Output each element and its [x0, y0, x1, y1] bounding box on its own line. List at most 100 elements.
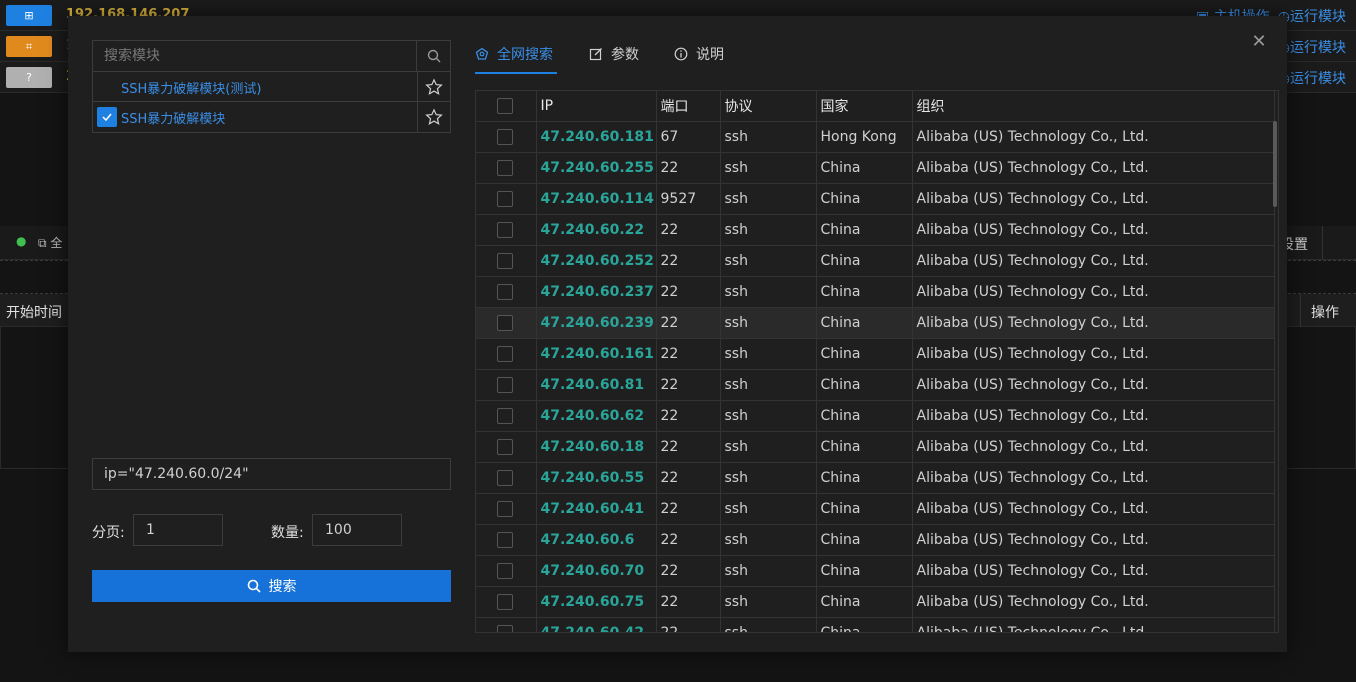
- module-label[interactable]: SSH暴力破解模块(测试): [121, 78, 261, 97]
- org-cell: Alibaba (US) Technology Co., Ltd.: [912, 307, 1275, 339]
- protocol-cell: ssh: [720, 276, 817, 308]
- table-row[interactable]: 47.240.60.81 22 ssh China Alibaba (US) Techn…: [476, 369, 1275, 401]
- frame-icon[interactable]: ⌗: [6, 36, 52, 57]
- help-icon[interactable]: ?: [6, 67, 52, 88]
- checkbox-icon[interactable]: [497, 438, 513, 455]
- org-cell: Alibaba (US) Technology Co., Ltd.: [912, 524, 1275, 556]
- checkbox-icon[interactable]: [497, 469, 513, 486]
- checkbox-icon[interactable]: [497, 314, 513, 331]
- table-row[interactable]: 47.240.60.6 22 ssh China Alibaba (US) Techno…: [476, 524, 1275, 556]
- checkbox-checked-icon[interactable]: [97, 107, 117, 127]
- row-select-cell[interactable]: [476, 493, 537, 525]
- table-row[interactable]: 47.240.60.18 22 ssh China Alibaba (US) Techn…: [476, 431, 1275, 463]
- checkbox-icon[interactable]: [497, 252, 513, 269]
- tab-params[interactable]: 参数: [589, 34, 639, 74]
- count-input[interactable]: [312, 514, 402, 546]
- search-icon: [247, 579, 261, 593]
- checkbox-icon[interactable]: [497, 221, 513, 238]
- star-icon[interactable]: [417, 72, 450, 102]
- row-select-cell[interactable]: [476, 183, 537, 215]
- row-select-cell[interactable]: [476, 400, 537, 432]
- row-select-cell[interactable]: [476, 276, 537, 308]
- table-row[interactable]: 47.240.60.239 22 ssh China Alibaba (US) Tech…: [476, 307, 1275, 339]
- checkbox-icon[interactable]: [497, 97, 513, 114]
- tab-info[interactable]: 说明: [674, 34, 724, 74]
- run-module-link[interactable]: ◷运行模块: [1278, 37, 1346, 57]
- row-select-cell[interactable]: [476, 431, 537, 463]
- row-select-cell[interactable]: [476, 214, 537, 246]
- select-all-cell[interactable]: [476, 91, 537, 122]
- table-row[interactable]: 47.240.60.252 22 ssh China Alibaba (US) Tech…: [476, 245, 1275, 277]
- page-input[interactable]: [133, 514, 223, 546]
- checkbox-icon[interactable]: [497, 128, 513, 145]
- port-cell: 22: [656, 617, 721, 632]
- row-select-cell[interactable]: [476, 462, 537, 494]
- checkbox-icon[interactable]: [497, 624, 513, 632]
- query-input[interactable]: [92, 458, 451, 490]
- table-row[interactable]: 47.240.60.255 22 ssh China Alibaba (US) Tech…: [476, 152, 1275, 184]
- grid-icon[interactable]: ⊞: [6, 5, 52, 26]
- module-item[interactable]: SSH暴力破解模块(测试): [93, 72, 450, 102]
- tab-label: 说明: [696, 47, 724, 63]
- checkbox-icon[interactable]: [497, 283, 513, 300]
- table-row[interactable]: 47.240.60.62 22 ssh China Alibaba (US) Techn…: [476, 400, 1275, 432]
- row-select-cell[interactable]: [476, 524, 537, 556]
- checkbox-icon[interactable]: [497, 562, 513, 579]
- protocol-cell: ssh: [720, 152, 817, 184]
- module-search-input[interactable]: [93, 41, 417, 71]
- table-scrollbar[interactable]: [1273, 121, 1277, 207]
- checkbox-icon[interactable]: [497, 407, 513, 424]
- table-row[interactable]: 47.240.60.237 22 ssh China Alibaba (US) Tech…: [476, 276, 1275, 308]
- tab-global-search[interactable]: 全网搜索: [475, 34, 557, 74]
- row-select-cell[interactable]: [476, 307, 537, 339]
- checkbox-icon[interactable]: [497, 190, 513, 207]
- table-row[interactable]: 47.240.60.22 22 ssh China Alibaba (US) Techn…: [476, 214, 1275, 246]
- search-button[interactable]: 搜索: [92, 570, 451, 602]
- module-label[interactable]: SSH暴力破解模块: [121, 108, 225, 127]
- star-icon[interactable]: [417, 102, 450, 132]
- table-row[interactable]: 47.240.60.70 22 ssh China Alibaba (US) Techn…: [476, 555, 1275, 587]
- org-cell: Alibaba (US) Technology Co., Ltd.: [912, 276, 1275, 308]
- port-cell: 22: [656, 400, 721, 432]
- table-row[interactable]: 47.240.60.181 67 ssh Hong Kong Alibaba (US) …: [476, 121, 1275, 153]
- checkbox-icon[interactable]: [497, 593, 513, 610]
- col-ip[interactable]: IP: [536, 91, 657, 122]
- results-table: IP 端口 协议 国家 组织 47.240.60.181 67 ssh Hong Ko…: [475, 90, 1279, 633]
- table-row[interactable]: 47.240.60.75 22 ssh China Alibaba (US) Techn…: [476, 586, 1275, 618]
- table-row[interactable]: 47.240.60.55 22 ssh China Alibaba (US) Techn…: [476, 462, 1275, 494]
- row-select-cell[interactable]: [476, 617, 537, 632]
- row-select-cell[interactable]: [476, 245, 537, 277]
- country-cell: China: [816, 276, 913, 308]
- row-select-cell[interactable]: [476, 555, 537, 587]
- row-select-cell[interactable]: [476, 121, 537, 153]
- run-module-link[interactable]: ◷运行模块: [1278, 68, 1346, 88]
- country-cell: China: [816, 245, 913, 277]
- org-cell: Alibaba (US) Technology Co., Ltd.: [912, 431, 1275, 463]
- row-select-cell[interactable]: [476, 369, 537, 401]
- checkbox-icon[interactable]: [497, 159, 513, 176]
- module-search: [92, 40, 451, 72]
- checkbox-icon[interactable]: [497, 531, 513, 548]
- search-icon[interactable]: [417, 41, 450, 71]
- page-label: 分页:: [92, 525, 125, 541]
- org-cell: Alibaba (US) Technology Co., Ltd.: [912, 400, 1275, 432]
- table-row[interactable]: 47.240.60.114 9527 ssh China Alibaba (US) Te…: [476, 183, 1275, 215]
- org-cell: Alibaba (US) Technology Co., Ltd.: [912, 617, 1275, 632]
- ip-cell: 47.240.60.55: [536, 462, 657, 494]
- row-select-cell[interactable]: [476, 586, 537, 618]
- checkbox-icon[interactable]: [497, 345, 513, 362]
- table-row[interactable]: 47.240.60.161 22 ssh China Alibaba (US) Tech…: [476, 338, 1275, 370]
- ip-cell: 47.240.60.41: [536, 493, 657, 525]
- col-org[interactable]: 组织: [912, 91, 1275, 122]
- run-module-link[interactable]: ◷运行模块: [1278, 6, 1346, 26]
- row-select-cell[interactable]: [476, 338, 537, 370]
- checkbox-icon[interactable]: [497, 376, 513, 393]
- table-row[interactable]: 47.240.60.41 22 ssh China Alibaba (US) Techn…: [476, 493, 1275, 525]
- table-row[interactable]: 47.240.60.42 22 ssh China Alibaba (US) Techn…: [476, 617, 1275, 632]
- col-country[interactable]: 国家: [816, 91, 913, 122]
- checkbox-icon[interactable]: [497, 500, 513, 517]
- col-port[interactable]: 端口: [656, 91, 721, 122]
- row-select-cell[interactable]: [476, 152, 537, 184]
- col-protocol[interactable]: 协议: [720, 91, 817, 122]
- module-item[interactable]: SSH暴力破解模块: [93, 102, 450, 132]
